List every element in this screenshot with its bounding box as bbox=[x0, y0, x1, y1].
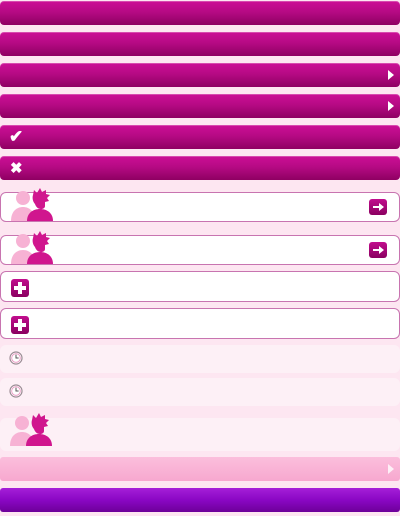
list-item-clock-1[interactable] bbox=[0, 345, 400, 373]
chevron-right-icon bbox=[388, 70, 394, 80]
list-item-user-2[interactable] bbox=[0, 231, 400, 265]
bar-1[interactable] bbox=[0, 1, 400, 25]
chevron-right-icon bbox=[388, 101, 394, 111]
clock-icon bbox=[9, 384, 23, 398]
x-icon: ✖ bbox=[10, 160, 23, 177]
list-item-add-1[interactable] bbox=[0, 271, 400, 302]
users-silhouette-icon bbox=[11, 188, 53, 221]
users-silhouette-icon bbox=[11, 231, 53, 264]
list-item-add-2[interactable] bbox=[0, 308, 400, 339]
bar-4-disclosure[interactable] bbox=[0, 94, 400, 118]
bar-5-check[interactable]: ✔ bbox=[0, 125, 400, 149]
arrow-right-icon bbox=[373, 203, 384, 211]
list-item-user-1[interactable] bbox=[0, 188, 400, 222]
bar-6-close[interactable]: ✖ bbox=[0, 156, 400, 180]
purple-bar[interactable] bbox=[0, 488, 400, 512]
plus-icon[interactable] bbox=[11, 279, 29, 297]
chevron-right-icon bbox=[388, 464, 394, 474]
bar-3-disclosure[interactable] bbox=[0, 63, 400, 87]
arrow-right-icon[interactable] bbox=[369, 199, 387, 215]
light-disclosure-bar[interactable] bbox=[0, 457, 400, 481]
plus-icon bbox=[14, 282, 26, 294]
checkmark-icon: ✔ bbox=[9, 127, 24, 146]
bar-2[interactable] bbox=[0, 32, 400, 56]
list-item-user-3[interactable] bbox=[0, 413, 400, 451]
users-silhouette-icon bbox=[10, 413, 52, 446]
arrow-right-icon bbox=[373, 246, 384, 254]
plus-icon[interactable] bbox=[11, 316, 29, 334]
clock-icon bbox=[9, 351, 23, 365]
list-item-clock-2[interactable] bbox=[0, 378, 400, 406]
arrow-right-icon[interactable] bbox=[369, 242, 387, 258]
plus-icon bbox=[14, 319, 26, 331]
